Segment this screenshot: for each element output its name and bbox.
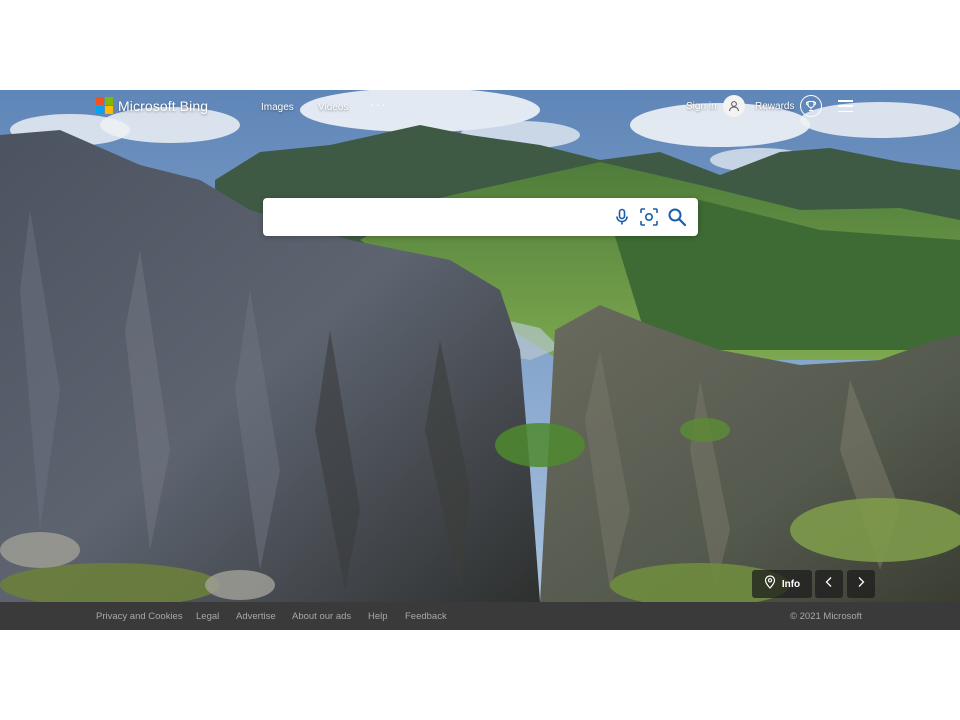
- footer-bar: Privacy and Cookies Legal Advertise Abou…: [0, 602, 960, 630]
- info-label: Info: [781, 578, 801, 590]
- location-pin-icon: [764, 574, 776, 594]
- sign-in-label: Sign in: [686, 100, 717, 112]
- search-box: [263, 198, 698, 236]
- rewards-button[interactable]: Rewards: [755, 95, 823, 117]
- next-image-button[interactable]: [847, 570, 875, 598]
- chevron-left-icon: [824, 575, 834, 593]
- chevron-right-icon: [856, 575, 866, 593]
- footer-link-privacy[interactable]: Privacy and Cookies: [96, 611, 183, 622]
- footer-link-help[interactable]: Help: [368, 611, 388, 622]
- nav-videos-link[interactable]: Videos: [318, 102, 348, 113]
- brand-name: Microsoft Bing: [118, 98, 209, 114]
- footer-link-legal[interactable]: Legal: [196, 611, 219, 622]
- visual-search-icon[interactable]: [639, 207, 659, 227]
- copyright-text: © 2021 Microsoft: [790, 611, 862, 622]
- microphone-icon[interactable]: [612, 207, 632, 227]
- trophy-icon: [800, 95, 823, 117]
- bing-logo[interactable]: Microsoft Bing: [96, 97, 208, 115]
- microsoft-logo-icon: [96, 97, 114, 115]
- sign-in-button[interactable]: Sign in: [686, 95, 745, 117]
- footer-link-feedback[interactable]: Feedback: [405, 611, 447, 622]
- bing-homepage: Microsoft Bing Images Videos ··· Sign in…: [0, 90, 960, 630]
- previous-image-button[interactable]: [815, 570, 843, 598]
- search-input[interactable]: [277, 207, 607, 227]
- background-landscape-image: [0, 90, 960, 602]
- footer-link-about-ads[interactable]: About our ads: [292, 611, 351, 622]
- more-options-icon[interactable]: ···: [370, 96, 387, 112]
- top-header: Microsoft Bing Images Videos ··· Sign in…: [0, 90, 960, 124]
- search-icon[interactable]: [667, 207, 687, 227]
- rewards-label: Rewards: [755, 100, 795, 112]
- nav-images-link[interactable]: Images: [261, 102, 294, 113]
- footer-link-advertise[interactable]: Advertise: [236, 611, 276, 622]
- hamburger-menu-icon[interactable]: [838, 100, 853, 112]
- user-avatar-icon: [722, 95, 745, 117]
- image-info-button[interactable]: Info: [752, 570, 812, 598]
